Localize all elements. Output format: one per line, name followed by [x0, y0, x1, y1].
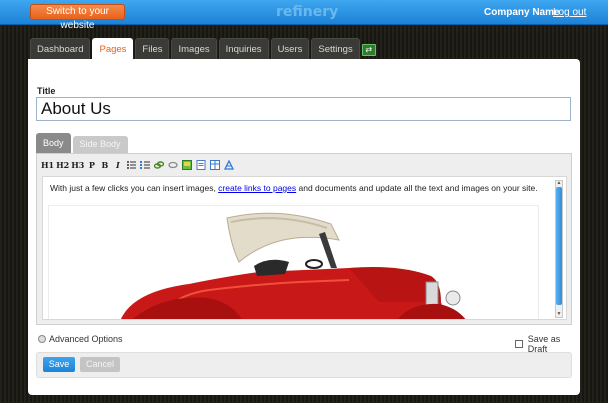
save-as-draft-label: Save as Draft [527, 334, 561, 354]
html-source-icon[interactable] [223, 159, 234, 170]
insert-table-icon[interactable] [209, 160, 220, 170]
advanced-options-label: Advanced Options [49, 334, 123, 344]
save-button[interactable]: Save [43, 357, 75, 372]
page-editor-panel: Title About Us Body Side Body H1 H2 H3 P… [28, 59, 580, 395]
editor-body-text: With just a few clicks you can insert im… [50, 183, 538, 193]
wysiwyg-editor: H1 H2 H3 P B I With just a few clicks yo… [36, 153, 572, 325]
unlink-icon[interactable] [167, 160, 178, 170]
company-name: Company Name [484, 7, 560, 18]
title-label: Title [37, 86, 56, 96]
refinery-logo: refinery [276, 4, 339, 20]
tab-users[interactable]: Users [270, 38, 310, 59]
expand-icon [38, 335, 46, 343]
tab-dashboard[interactable]: Dashboard [30, 38, 91, 59]
paragraph-button[interactable]: P [86, 159, 97, 171]
reorder-tabs-icon[interactable]: ⇄ [361, 44, 376, 56]
save-as-draft-option[interactable]: Save as Draft [515, 334, 580, 354]
create-links-link[interactable]: create links to pages [218, 183, 296, 193]
tab-images[interactable]: Images [171, 38, 217, 59]
h3-button[interactable]: H3 [71, 159, 84, 171]
insert-resource-icon[interactable] [195, 160, 206, 170]
switch-to-website-button[interactable]: Switch to your website [30, 4, 125, 31]
scroll-thumb[interactable] [556, 187, 562, 305]
title-input[interactable]: About Us [36, 97, 571, 121]
page-part-tabs: Body Side Body [36, 133, 130, 153]
numbered-list-icon[interactable] [139, 160, 150, 170]
tab-pages[interactable]: Pages [92, 38, 134, 59]
italic-button[interactable]: I [112, 159, 123, 171]
h1-button[interactable]: H1 [41, 159, 54, 171]
tab-files[interactable]: Files [135, 38, 170, 59]
save-as-draft-checkbox[interactable] [515, 340, 523, 348]
scroll-down-icon[interactable]: ▼ [556, 312, 562, 317]
form-actions: Save Cancel [36, 352, 572, 378]
advanced-options-toggle[interactable]: Advanced Options [38, 334, 123, 344]
link-icon[interactable] [153, 160, 165, 170]
tab-settings[interactable]: Settings [311, 38, 360, 59]
scroll-up-icon[interactable]: ▲ [556, 181, 562, 186]
tab-side-body[interactable]: Side Body [72, 136, 128, 153]
editor-content-area[interactable]: With just a few clicks you can insert im… [42, 176, 567, 320]
top-bar: Switch to your website refinery Company … [0, 0, 608, 31]
cancel-button[interactable]: Cancel [80, 357, 120, 372]
tab-inquiries[interactable]: Inquiries [218, 38, 269, 59]
body-text-before: With just a few clicks you can insert im… [50, 183, 219, 193]
editor-scrollbar[interactable]: ▲ ▼ [555, 180, 563, 318]
vintage-red-car-image[interactable] [48, 205, 539, 319]
bold-button[interactable]: B [99, 159, 110, 171]
h2-button[interactable]: H2 [56, 159, 69, 171]
editor-toolbar: H1 H2 H3 P B I [41, 158, 237, 172]
logout-link[interactable]: Log out [553, 7, 586, 18]
body-text-after: and documents and update all the text an… [296, 183, 538, 193]
main-tabs: Dashboard Pages Files Images Inquiries U… [30, 38, 376, 59]
tab-body[interactable]: Body [36, 133, 71, 153]
bulleted-list-icon[interactable] [125, 160, 136, 170]
insert-image-icon[interactable] [181, 160, 192, 170]
